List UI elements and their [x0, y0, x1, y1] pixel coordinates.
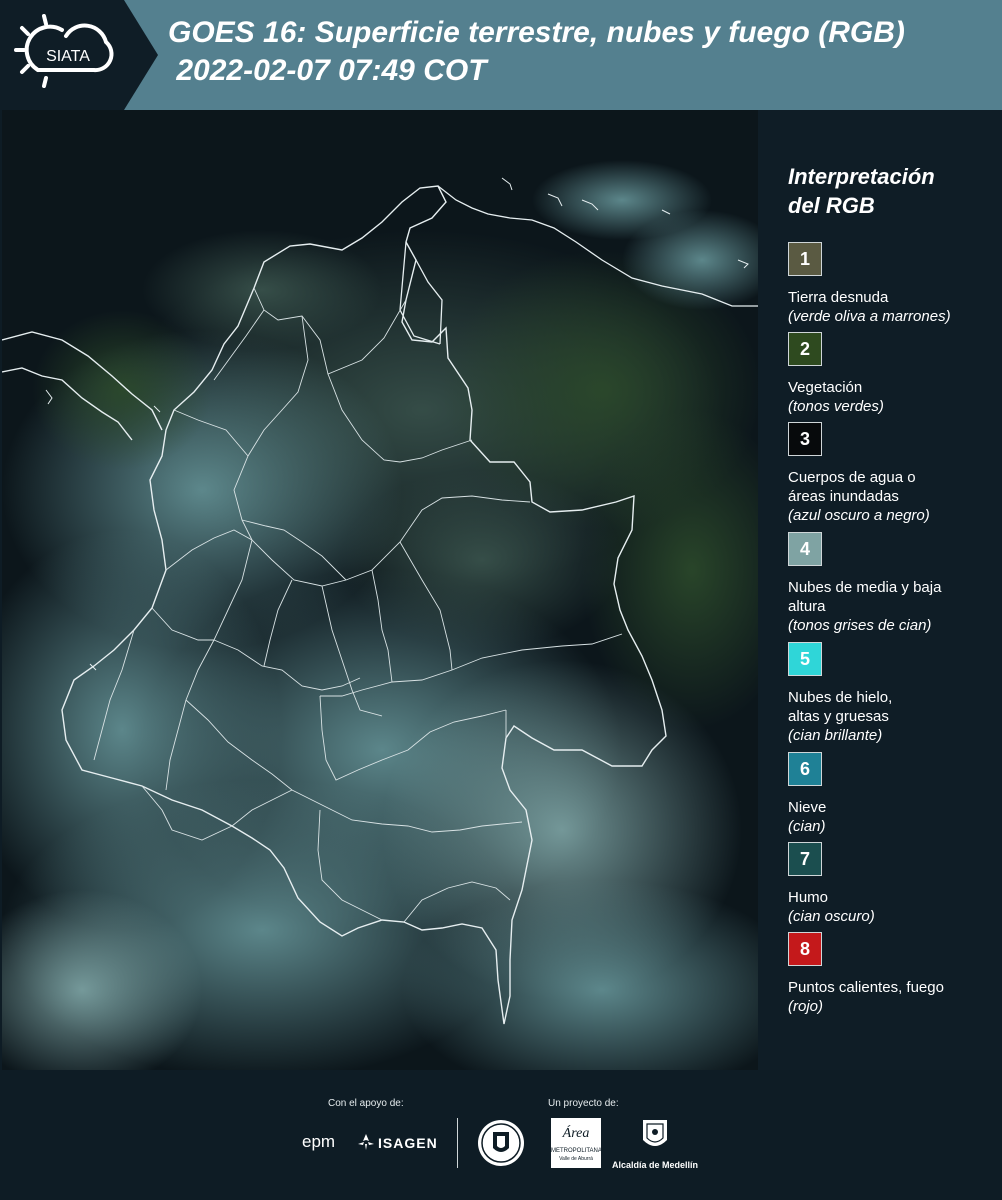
siata-logo: SIATA: [0, 0, 158, 110]
legend-title-line-2: del RGB: [788, 193, 875, 218]
legend-item-label: Humo: [788, 889, 829, 906]
swatch-bare-soil: 1: [788, 242, 822, 276]
legend-item-label: Nubes de media y baja altura: [788, 579, 942, 615]
area-metropolitana-logo: Área METROPOLITANA Valle de Aburrá: [551, 1118, 602, 1168]
legend-item-sub: (rojo): [788, 998, 824, 1015]
legend-item-1: 1 Tierra desnuda (verde oliva a marrones…: [788, 242, 998, 326]
alcaldia-text: Alcaldía de Medellín: [612, 1160, 699, 1170]
alcaldia-shield-icon: [641, 1118, 669, 1154]
legend-item-sub: (cian brillante): [788, 727, 883, 744]
area-logo-text: Área: [562, 1126, 590, 1141]
swatch-smoke: 7: [788, 842, 822, 876]
legend-item-sub: (tonos verdes): [788, 398, 884, 415]
page-title: GOES 16: Superficie terrestre, nubes y f…: [168, 14, 998, 90]
legend-item-sub: (tonos grises de cian): [788, 617, 932, 634]
epm-logo: epm: [302, 1132, 336, 1151]
support-label: Con el apoyo de:: [328, 1098, 404, 1109]
legend-item-7: 7 Humo (cian oscuro): [788, 842, 998, 926]
swatch-mid-low-clouds: 4: [788, 532, 822, 566]
legend-title: Interpretación del RGB: [788, 162, 935, 220]
legend-item-3: 3 Cuerpos de agua o áreas inundadas (azu…: [788, 422, 998, 525]
legend-item-label: Vegetación: [788, 379, 863, 396]
swatch-water: 3: [788, 422, 822, 456]
legend-item-2: 2 Vegetación (tonos verdes): [788, 332, 998, 416]
swatch-snow: 6: [788, 752, 822, 786]
legend-panel: Interpretación del RGB 1 Tierra desnuda …: [758, 110, 1002, 1070]
legend-title-line-1: Interpretación: [788, 164, 935, 189]
legend-item-label: Tierra desnuda: [788, 289, 889, 306]
legend-item-6: 6 Nieve (cian): [788, 752, 998, 836]
legend-item-4: 4 Nubes de media y baja altura (tonos gr…: [788, 532, 998, 635]
legend-item-5: 5 Nubes de hielo, altas y gruesas (cian …: [788, 642, 998, 745]
footer-divider: [457, 1118, 458, 1168]
footer: Con el apoyo de: Un proyecto de: epm ISA…: [0, 1070, 1002, 1200]
header-bar: SIATA GOES 16: Superficie terrestre, nub…: [0, 0, 1002, 110]
isagen-icon: [356, 1132, 376, 1152]
satellite-map: [2, 110, 758, 1070]
legend-item-label: Puntos calientes, fuego: [788, 979, 944, 996]
title-line-2: 2022-02-07 07:49 COT: [168, 54, 487, 87]
legend-item-label: Nieve: [788, 799, 827, 816]
area-logo-sub2: Valle de Aburrá: [559, 1156, 593, 1162]
legend-item-sub: (cian): [788, 818, 826, 835]
sun-cloud-icon: SIATA: [14, 14, 114, 88]
legend-item-8: 8 Puntos calientes, fuego (rojo): [788, 932, 998, 1016]
swatch-vegetation: 2: [788, 332, 822, 366]
title-line-1: GOES 16: Superficie terrestre, nubes y f…: [168, 16, 905, 49]
legend-item-label: Nubes de hielo, altas y gruesas: [788, 689, 893, 725]
area-logo-sub1: METROPOLITANA: [551, 1148, 602, 1154]
map-svg: [2, 110, 758, 1070]
swatch-fire: 8: [788, 932, 822, 966]
legend-item-sub: (cian oscuro): [788, 908, 875, 925]
legend-item-label: Cuerpos de agua o áreas inundadas: [788, 469, 916, 505]
swatch-ice-clouds: 5: [788, 642, 822, 676]
legend-item-sub: (verde oliva a marrones): [788, 308, 951, 325]
project-label: Un proyecto de:: [548, 1098, 619, 1109]
legend-item-sub: (azul oscuro a negro): [788, 507, 930, 524]
logo-text: SIATA: [46, 48, 90, 65]
seal-icon: [476, 1118, 526, 1168]
isagen-logo: ISAGEN: [378, 1135, 438, 1151]
